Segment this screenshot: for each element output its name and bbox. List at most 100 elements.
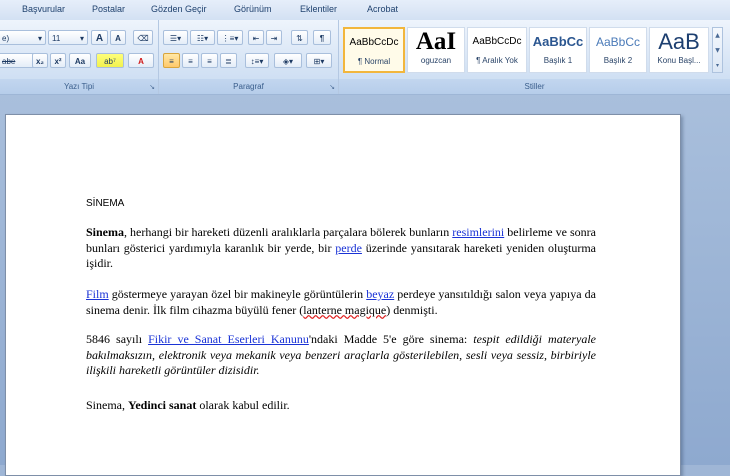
style-sample: AaBbCcDc	[349, 37, 399, 48]
tab-mailings[interactable]: Postalar	[92, 4, 125, 14]
tab-acrobat[interactable]: Acrobat	[367, 4, 398, 14]
borders-icon: ⊞▾	[313, 57, 325, 66]
font-group-label: Yazı Tipi	[0, 79, 158, 94]
strikethrough-icon: abe	[2, 57, 16, 66]
multilevel-list-button[interactable]: ⋮≡▾	[217, 30, 243, 45]
style-title[interactable]: AaB Konu Başl...	[649, 27, 709, 73]
decrease-indent-button[interactable]: ⇤	[248, 30, 264, 45]
paragraph-text: göstermeye yarayan özel bir makineyle gö…	[108, 287, 367, 301]
clear-format-button[interactable]: ⌫	[133, 30, 153, 45]
bullets-button[interactable]: ☰▾	[163, 30, 188, 45]
bullet-list-icon: ☰▾	[169, 34, 182, 43]
link-resimlerini[interactable]: resimlerini	[452, 225, 504, 239]
document-page[interactable]: SİNEMA Sinema, herhangi bir hareketi düz…	[5, 114, 681, 476]
superscript-icon: x²	[54, 57, 62, 66]
style-oguzcan[interactable]: AaI oguzcan	[407, 27, 465, 73]
subscript-icon: x₂	[35, 57, 44, 66]
align-left-icon: ≡	[169, 57, 174, 66]
shading-icon: ◈▾	[282, 57, 294, 66]
style-sample: AaI	[415, 28, 457, 55]
style-sample: AaB	[658, 29, 700, 54]
style-normal[interactable]: AaBbCcDc ¶ Normal	[343, 27, 405, 73]
change-case-icon: Aa	[74, 57, 86, 66]
paragraph-text: 5846 sayılı	[86, 332, 149, 346]
document-area: SİNEMA Sinema, herhangi bir hareketi düz…	[0, 95, 730, 476]
paragraph-group-label: Paragraf	[159, 79, 338, 94]
align-right-button[interactable]: ≡	[201, 53, 218, 68]
font-color-button[interactable]: A	[128, 53, 154, 68]
borders-button[interactable]: ⊞▾	[306, 53, 332, 68]
sort-button[interactable]: ⇅	[291, 30, 308, 45]
chevron-down-icon[interactable]: ▾	[80, 31, 84, 46]
justify-button[interactable]: ≣	[220, 53, 237, 68]
paragraph-group: ☰▾ ☷▾ ⋮≡▾ ⇤ ⇥ ⇅ ¶ ≡ ≡ ≡ ≣ ↕≡▾ ◈▾ ⊞▾ Para…	[159, 20, 339, 94]
style-name: oguzcan	[420, 56, 452, 65]
paragraph-text: 'ndaki Madde 5'e göre sinema:	[308, 332, 474, 346]
align-center-button[interactable]: ≡	[182, 53, 199, 68]
style-no-spacing[interactable]: AaBbCcDc ¶ Aralık Yok	[467, 27, 527, 73]
paragraph-1: Sinema, herhangi bir hareketi düzenli ar…	[86, 225, 596, 272]
numbering-button[interactable]: ☷▾	[190, 30, 215, 45]
font-name-value: e)	[2, 34, 10, 43]
paragraph-2: Film göstermeye yarayan özel bir makiney…	[86, 287, 596, 318]
increase-indent-icon: ⇥	[270, 34, 278, 43]
tab-view[interactable]: Görünüm	[234, 4, 272, 14]
line-spacing-button[interactable]: ↕≡▾	[245, 53, 269, 68]
shading-button[interactable]: ◈▾	[274, 53, 302, 68]
align-left-button[interactable]: ≡	[163, 53, 180, 68]
justify-icon: ≣	[225, 57, 232, 66]
style-name: Başlık 2	[603, 56, 633, 65]
paragraph-4: Sinema, Yedinci sanat olarak kabul edili…	[86, 398, 596, 414]
style-sample: AaBbCcDc	[472, 36, 522, 47]
highlight-color-button[interactable]: ab⁷	[96, 53, 124, 68]
change-case-button[interactable]: Aa	[69, 53, 91, 68]
style-heading-1[interactable]: AaBbCc Başlık 1	[529, 27, 587, 73]
clear-format-icon: ⌫	[137, 34, 149, 43]
style-name: ¶ Normal	[357, 57, 391, 66]
spelling-error-text: lanterne magique	[303, 302, 387, 317]
highlight-icon: ab⁷	[104, 57, 116, 66]
document-heading: SİNEMA	[86, 198, 125, 209]
tab-addins[interactable]: Eklentiler	[300, 4, 337, 14]
show-marks-button[interactable]: ¶	[313, 30, 331, 45]
paragraph-text: Sinema,	[86, 398, 128, 412]
increase-indent-button[interactable]: ⇥	[266, 30, 282, 45]
font-size-combo[interactable]: 11 ▾	[48, 30, 88, 45]
font-size-value: 11	[52, 34, 61, 43]
more-icon[interactable]: ▾	[713, 58, 722, 73]
link-perde[interactable]: perde	[335, 241, 362, 255]
tab-references[interactable]: Başvurular	[22, 4, 65, 14]
link-beyaz[interactable]: beyaz	[366, 287, 394, 301]
font-color-icon: A	[138, 57, 144, 66]
style-sample: AaBbCc	[532, 34, 584, 49]
font-name-combo[interactable]: e) ▾	[0, 30, 46, 45]
multilevel-list-icon: ⋮≡▾	[221, 34, 239, 43]
paragraph-text: , herhangi bir hareketi düzenli aralıkla…	[124, 225, 453, 239]
align-right-icon: ≡	[207, 57, 212, 66]
font-group: e) ▾ 11 ▾ A A ⌫ abe x₂ x² Aa ab⁷ A Yazı …	[0, 20, 159, 94]
link-fikir-sanat-kanunu[interactable]: Fikir ve Sanat Eserleri Kanunu	[148, 332, 309, 346]
style-name: ¶ Aralık Yok	[476, 56, 518, 65]
subscript-button[interactable]: x₂	[32, 53, 48, 68]
tab-review[interactable]: Gözden Geçir	[151, 4, 207, 14]
dialog-launcher-icon[interactable]: ↘	[149, 83, 155, 91]
chevron-down-icon[interactable]: ▾	[38, 31, 42, 46]
chevron-down-icon[interactable]: ▼	[713, 43, 722, 58]
chevron-up-icon[interactable]: ▲	[713, 28, 722, 43]
link-film[interactable]: Film	[86, 287, 109, 301]
numbered-list-icon: ☷▾	[196, 34, 209, 43]
decrease-indent-icon: ⇤	[252, 34, 260, 43]
ribbon-tab-bar: Başvurular Postalar Gözden Geçir Görünüm…	[0, 0, 730, 21]
styles-group-label: Stiller	[339, 79, 730, 94]
dialog-launcher-icon[interactable]: ↘	[329, 83, 335, 91]
bold-term: Sinema	[86, 225, 125, 239]
styles-gallery-scroll[interactable]: ▲ ▼ ▾	[712, 27, 723, 73]
paragraph-3: 5846 sayılı Fikir ve Sanat Eserleri Kanu…	[86, 332, 596, 379]
style-heading-2[interactable]: AaBbCc Başlık 2	[589, 27, 647, 73]
superscript-button[interactable]: x²	[50, 53, 66, 68]
paragraph-text: ) denmişti.	[386, 302, 438, 317]
shrink-font-button[interactable]: A	[110, 30, 126, 45]
line-spacing-icon: ↕≡▾	[250, 57, 264, 66]
style-name: Başlık 1	[543, 56, 573, 65]
grow-font-button[interactable]: A	[91, 30, 108, 45]
